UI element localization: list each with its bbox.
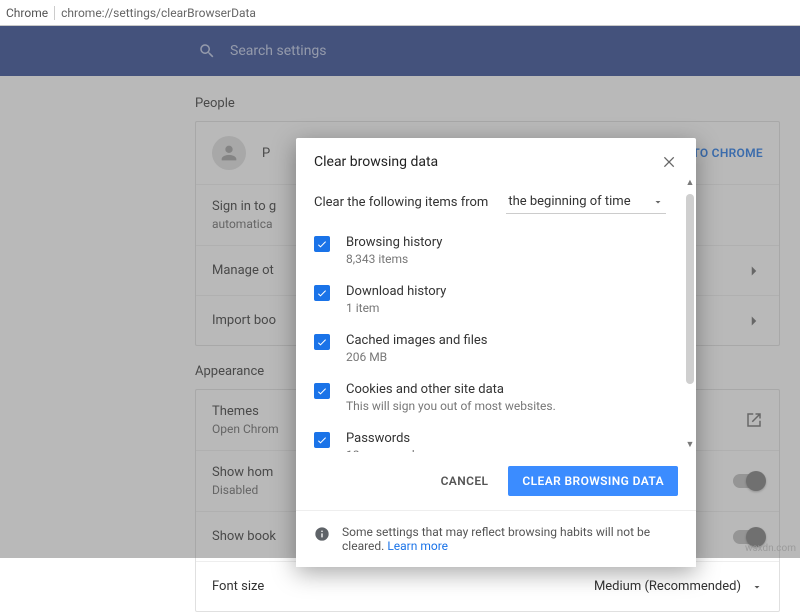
checkbox-row-browsing-history[interactable]: Browsing history 8,343 items xyxy=(314,226,678,275)
checkbox-checked-icon[interactable] xyxy=(314,334,330,350)
item-label: Download history xyxy=(346,284,446,299)
checkbox-row-cache[interactable]: Cached images and files 206 MB xyxy=(314,324,678,373)
font-size-row[interactable]: Font size Medium (Recommended) xyxy=(196,561,779,611)
close-icon[interactable] xyxy=(662,154,678,170)
watermark: wsxdn.com xyxy=(745,543,796,554)
item-label: Cached images and files xyxy=(346,333,487,348)
scroll-thumb[interactable] xyxy=(686,194,694,384)
clear-data-button[interactable]: CLEAR BROWSING DATA xyxy=(508,466,678,496)
scroll-down-icon[interactable]: ▼ xyxy=(685,440,695,450)
dialog-body: Clear the following items from the begin… xyxy=(296,178,696,452)
dialog-actions: CANCEL CLEAR BROWSING DATA xyxy=(296,452,696,510)
dialog-scrollbar[interactable]: ▲ ▼ xyxy=(686,194,694,434)
checkbox-row-cookies[interactable]: Cookies and other site data This will sig… xyxy=(314,373,678,422)
checkbox-checked-icon[interactable] xyxy=(314,285,330,301)
app-area: Search settings People P SIGN IN TO CHRO… xyxy=(0,26,800,558)
range-value: the beginning of time xyxy=(508,194,630,209)
range-prefix: Clear the following items from xyxy=(314,195,488,210)
checkbox-checked-icon[interactable] xyxy=(314,236,330,252)
checkbox-checked-icon[interactable] xyxy=(314,383,330,399)
time-range-select[interactable]: the beginning of time xyxy=(506,190,666,214)
font-value: Medium (Recommended) xyxy=(594,579,741,594)
item-sub: 1 item xyxy=(346,301,446,315)
item-sub: 8,343 items xyxy=(346,252,442,266)
chevron-down-icon xyxy=(652,196,664,208)
item-label: Passwords xyxy=(346,431,421,446)
font-dropdown[interactable]: Medium (Recommended) xyxy=(594,579,763,594)
item-sub: 206 MB xyxy=(346,350,487,364)
item-label: Cookies and other site data xyxy=(346,382,556,397)
checkbox-row-passwords[interactable]: Passwords 18 passwords xyxy=(314,422,678,452)
dialog-info: Some settings that may reflect browsing … xyxy=(296,510,696,567)
item-sub: This will sign you out of most websites. xyxy=(346,399,556,413)
checkbox-row-download-history[interactable]: Download history 1 item xyxy=(314,275,678,324)
checkbox-checked-icon[interactable] xyxy=(314,432,330,448)
scroll-up-icon[interactable]: ▲ xyxy=(685,178,695,188)
url-field[interactable]: chrome://settings/clearBrowserData xyxy=(55,6,256,20)
learn-more-link[interactable]: Learn more xyxy=(387,539,448,553)
item-sub: 18 passwords xyxy=(346,448,421,452)
info-icon xyxy=(314,526,330,542)
cancel-button[interactable]: CANCEL xyxy=(435,466,495,496)
dialog-title: Clear browsing data xyxy=(314,154,438,170)
address-bar: Chrome chrome://settings/clearBrowserDat… xyxy=(0,0,800,26)
chevron-down-icon xyxy=(751,581,763,593)
clear-browsing-data-dialog: Clear browsing data Clear the following … xyxy=(296,138,696,567)
font-label: Font size xyxy=(212,579,264,594)
item-label: Browsing history xyxy=(346,235,442,250)
browser-label: Chrome xyxy=(6,6,55,20)
